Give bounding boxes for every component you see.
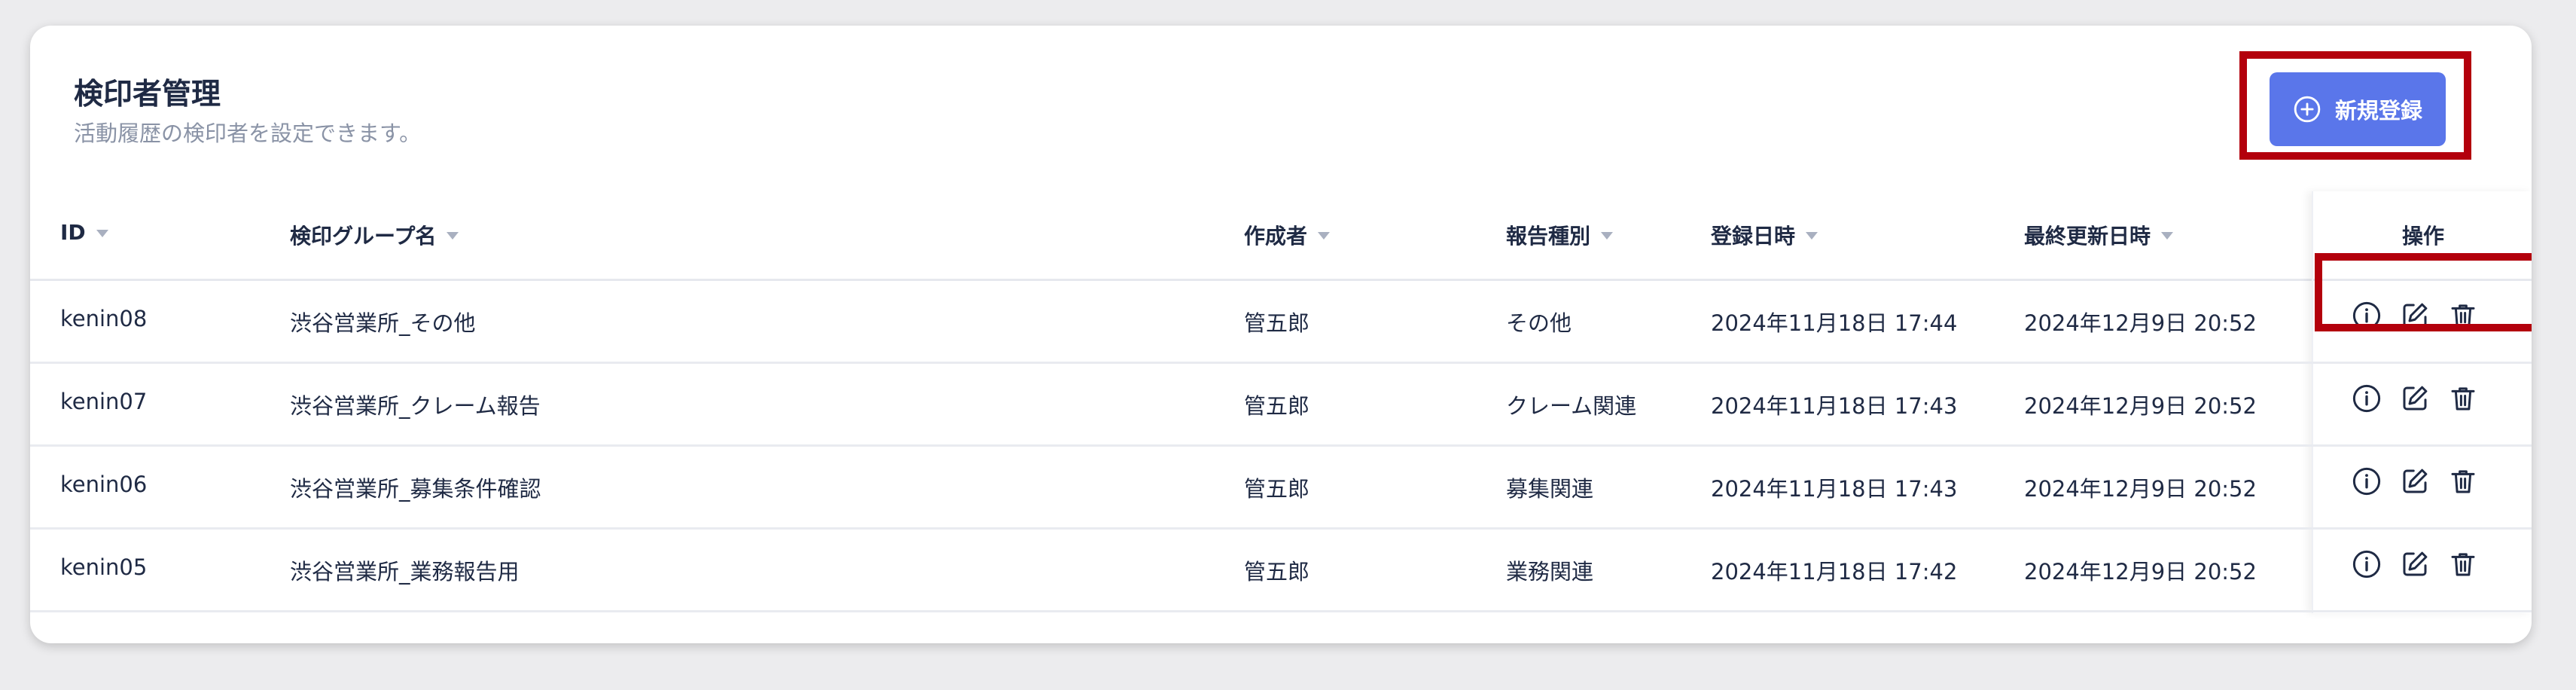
cell-group-name: 渋谷営業所_その他 [290, 310, 476, 336]
table-row[interactable]: kenin08 渋谷営業所_その他 管五郎 その他 2024年11月18日 17… [30, 279, 2532, 364]
cell-report-type: クレーム関連 [1506, 393, 1637, 419]
kenin-management-card: 検印者管理 活動履歴の検印者を設定できます。 新規登録 ID 検印グループ名 作… [30, 26, 2532, 643]
table-row[interactable]: kenin07 渋谷営業所_クレーム報告 管五郎 クレーム関連 2024年11月… [30, 362, 2532, 447]
page-title: 検印者管理 [74, 78, 221, 111]
column-header-registered-at[interactable]: 登録日時 [1711, 220, 1818, 250]
trash-icon[interactable] [2447, 383, 2479, 414]
cell-group-name: 渋谷営業所_業務報告用 [290, 559, 520, 585]
cell-creator: 管五郎 [1244, 476, 1310, 502]
column-header-actions: 操作 [2401, 224, 2444, 249]
table-header: ID 検印グループ名 作成者 報告種別 登録日時 最終更新日時 [30, 191, 2532, 281]
table-row[interactable]: kenin05 渋谷営業所_業務報告用 管五郎 業務関連 2024年11月18日… [30, 527, 2532, 612]
edit-icon[interactable] [2399, 548, 2431, 580]
cell-id: kenin06 [60, 472, 148, 497]
trash-icon[interactable] [2447, 466, 2479, 497]
info-icon[interactable] [2351, 466, 2382, 497]
register-button[interactable]: 新規登録 [2270, 72, 2446, 146]
cell-creator: 管五郎 [1244, 310, 1310, 336]
sort-icon[interactable] [1601, 232, 1614, 240]
cell-updated-at: 2024年12月9日 20:52 [2024, 559, 2257, 585]
sort-icon[interactable] [447, 232, 459, 240]
column-header-report-type[interactable]: 報告種別 [1506, 220, 1614, 250]
cell-registered-at: 2024年11月18日 17:43 [1711, 476, 1958, 502]
column-header-updated-at[interactable]: 最終更新日時 [2024, 220, 2174, 250]
trash-icon[interactable] [2447, 548, 2479, 580]
cell-creator: 管五郎 [1244, 393, 1310, 419]
info-icon[interactable] [2351, 383, 2382, 414]
cell-updated-at: 2024年12月9日 20:52 [2024, 310, 2257, 336]
cell-id: kenin07 [60, 389, 148, 414]
cell-report-type: その他 [1506, 310, 1572, 336]
cell-group-name: 渋谷営業所_募集条件確認 [290, 476, 541, 502]
info-icon[interactable] [2351, 548, 2382, 580]
edit-icon[interactable] [2399, 466, 2431, 497]
table-row[interactable]: kenin06 渋谷営業所_募集条件確認 管五郎 募集関連 2024年11月18… [30, 444, 2532, 530]
cell-registered-at: 2024年11月18日 17:42 [1711, 559, 1958, 585]
cell-id: kenin08 [60, 306, 148, 331]
cell-registered-at: 2024年11月18日 17:43 [1711, 393, 1958, 419]
cell-group-name: 渋谷営業所_クレーム報告 [290, 393, 541, 419]
row-actions [2351, 383, 2479, 414]
sort-icon[interactable] [1806, 232, 1818, 240]
cell-id: kenin05 [60, 554, 148, 580]
cell-report-type: 業務関連 [1506, 559, 1594, 585]
sort-icon[interactable] [1318, 232, 1331, 240]
cell-creator: 管五郎 [1244, 559, 1310, 585]
sort-icon[interactable] [2161, 232, 2174, 240]
cell-registered-at: 2024年11月18日 17:44 [1711, 310, 1958, 336]
register-button-label: 新規登録 [2334, 98, 2422, 124]
column-header-creator[interactable]: 作成者 [1244, 220, 1331, 250]
edit-icon[interactable] [2399, 383, 2431, 414]
row-actions-highlight [2315, 253, 2532, 331]
cell-report-type: 募集関連 [1506, 476, 1594, 502]
cell-updated-at: 2024年12月9日 20:52 [2024, 476, 2257, 502]
row-actions [2351, 466, 2479, 497]
plus-circle-icon [2293, 95, 2321, 124]
sort-icon[interactable] [96, 229, 108, 237]
column-header-group-name[interactable]: 検印グループ名 [290, 220, 459, 250]
cell-updated-at: 2024年12月9日 20:52 [2024, 393, 2257, 419]
column-header-id[interactable]: ID [60, 220, 108, 245]
page-subtitle: 活動履歴の検印者を設定できます。 [74, 121, 422, 146]
row-actions [2351, 548, 2479, 580]
